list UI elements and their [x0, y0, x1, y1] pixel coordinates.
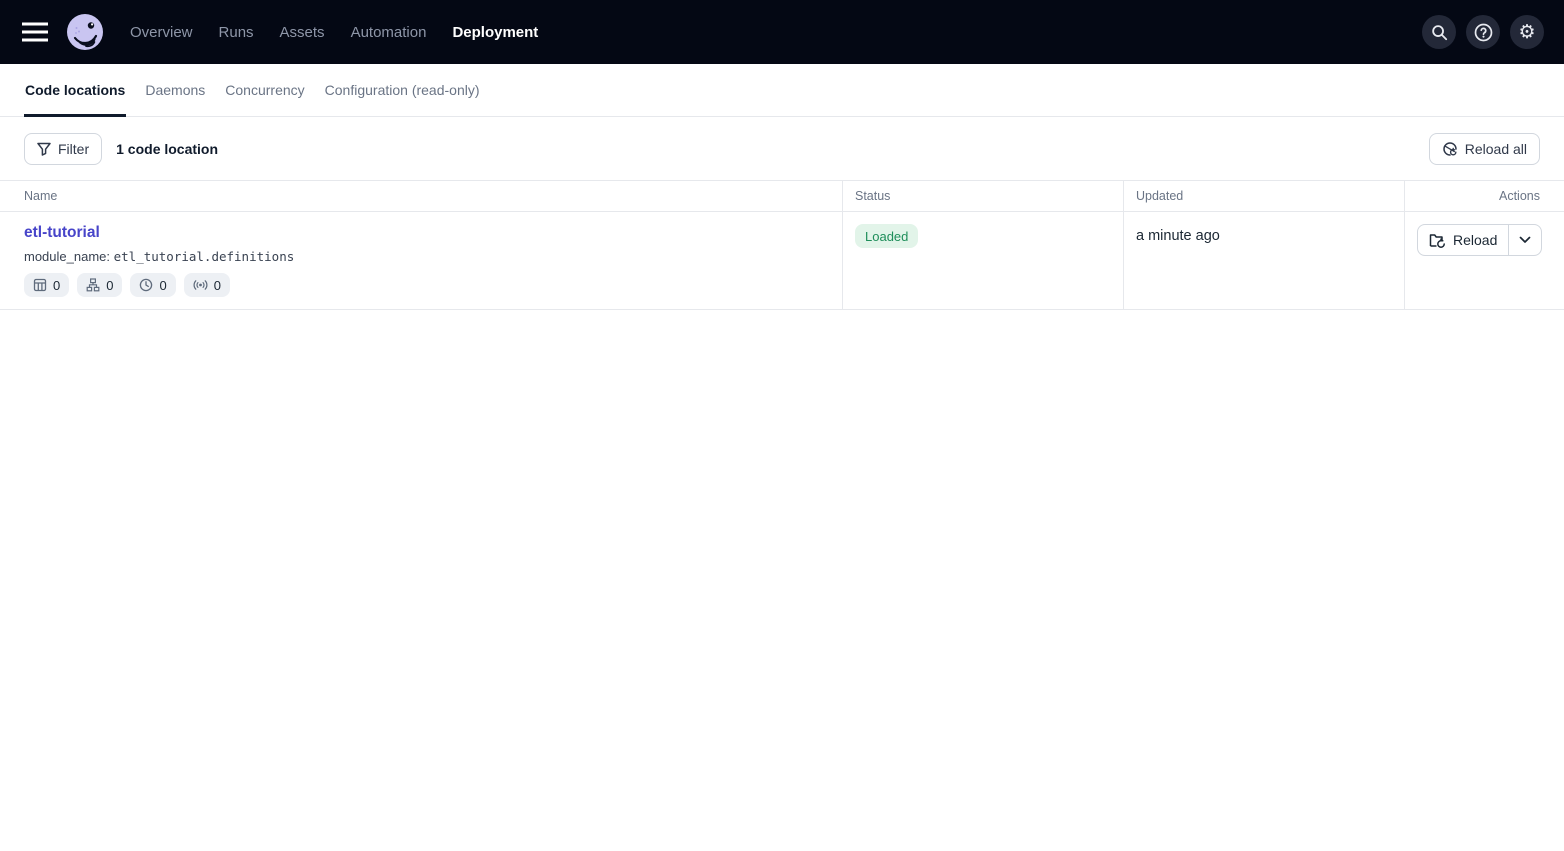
menu-button[interactable]	[20, 20, 50, 44]
reload-all-icon	[1442, 141, 1458, 157]
nav-assets[interactable]: Assets	[280, 24, 325, 41]
chevron-down-icon	[1519, 236, 1531, 244]
filter-funnel-icon	[37, 142, 51, 156]
code-location-count: 1 code location	[116, 141, 218, 157]
reload-options-button[interactable]	[1508, 225, 1541, 255]
nav-overview[interactable]: Overview	[130, 24, 193, 41]
topbar-actions: ⚙	[1422, 15, 1544, 49]
top-navigation-bar: Overview Runs Assets Automation Deployme…	[0, 0, 1564, 64]
nav-automation[interactable]: Automation	[351, 24, 427, 41]
help-button[interactable]	[1466, 15, 1500, 49]
reload-all-label: Reload all	[1465, 141, 1527, 157]
help-icon	[1474, 23, 1493, 42]
app-root: Overview Runs Assets Automation Deployme…	[0, 0, 1564, 310]
module-name-label: module_name:	[24, 249, 110, 264]
schedule-count: 0	[159, 278, 166, 293]
code-location-reload-icon	[1429, 233, 1446, 248]
table-row: etl-tutorial module_name: etl_tutorial.d…	[0, 212, 1564, 310]
reload-button[interactable]: Reload	[1418, 225, 1508, 255]
reload-all-button[interactable]: Reload all	[1429, 133, 1540, 165]
deployment-tabbar: Code locations Daemons Concurrency Confi…	[0, 64, 1564, 117]
nav-runs[interactable]: Runs	[219, 24, 254, 41]
reload-button-label: Reload	[1453, 232, 1497, 248]
job-count-badge[interactable]: 0	[77, 273, 122, 297]
name-cell: etl-tutorial module_name: etl_tutorial.d…	[0, 212, 842, 309]
updated-cell: a minute ago	[1123, 212, 1404, 309]
filter-button[interactable]: Filter	[24, 133, 102, 165]
table-header-row: Name Status Updated Actions	[0, 180, 1564, 212]
code-location-link[interactable]: etl-tutorial	[24, 224, 100, 241]
column-header-actions: Actions	[1404, 181, 1564, 211]
search-button[interactable]	[1422, 15, 1456, 49]
nav-deployment[interactable]: Deployment	[452, 24, 538, 41]
sensor-count-badge[interactable]: 0	[184, 273, 230, 297]
count-badges: 0 0	[24, 273, 830, 297]
module-name-value: etl_tutorial.definitions	[114, 249, 295, 264]
asset-count: 0	[53, 278, 60, 293]
filter-button-label: Filter	[58, 141, 89, 157]
tab-daemons[interactable]: Daemons	[144, 64, 206, 116]
module-name-line: module_name: etl_tutorial.definitions	[24, 249, 830, 264]
column-header-name: Name	[0, 181, 842, 211]
job-graph-icon	[86, 278, 100, 292]
status-badge: Loaded	[855, 224, 918, 248]
sensor-count: 0	[214, 278, 221, 293]
reload-split-button: Reload	[1417, 224, 1542, 256]
search-icon	[1430, 23, 1448, 41]
updated-timestamp: a minute ago	[1136, 228, 1220, 244]
column-header-updated: Updated	[1123, 181, 1404, 211]
schedule-clock-icon	[139, 278, 153, 292]
status-cell: Loaded	[842, 212, 1123, 309]
column-header-status: Status	[842, 181, 1123, 211]
dagster-logo[interactable]	[66, 13, 104, 51]
schedule-count-badge[interactable]: 0	[130, 273, 175, 297]
main-nav: Overview Runs Assets Automation Deployme…	[130, 24, 538, 41]
tab-configuration[interactable]: Configuration (read-only)	[324, 64, 481, 116]
asset-table-icon	[33, 278, 47, 292]
settings-button[interactable]: ⚙	[1510, 15, 1544, 49]
hamburger-icon	[22, 22, 48, 42]
sensor-signal-icon	[193, 278, 208, 292]
dagster-octopus-icon	[66, 13, 104, 51]
gear-icon: ⚙	[1518, 23, 1535, 42]
asset-count-badge[interactable]: 0	[24, 273, 69, 297]
code-locations-table: Name Status Updated Actions etl-tutorial…	[0, 180, 1564, 310]
tab-code-locations[interactable]: Code locations	[24, 64, 126, 116]
toolbar: Filter 1 code location Reload all	[0, 117, 1564, 180]
actions-cell: Reload	[1404, 212, 1564, 309]
job-count: 0	[106, 278, 113, 293]
tab-concurrency[interactable]: Concurrency	[224, 64, 305, 116]
